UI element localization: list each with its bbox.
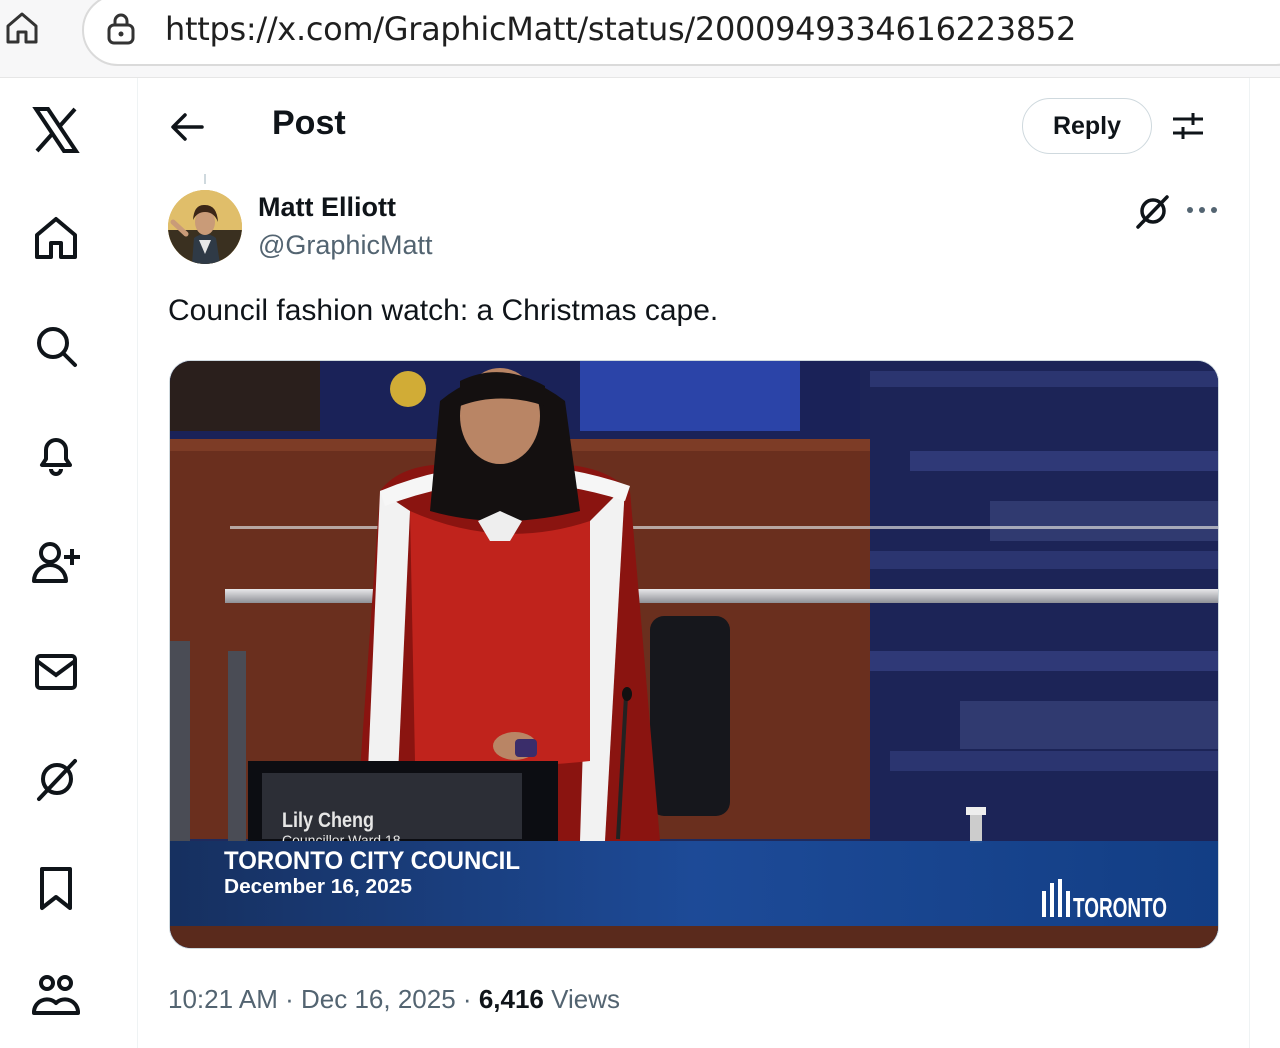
reply-button[interactable]: Reply <box>1022 98 1152 154</box>
communities-icon[interactable] <box>28 968 84 1024</box>
author-name[interactable]: Matt Elliott <box>258 192 396 223</box>
post-time[interactable]: 10:21 AM <box>168 984 278 1014</box>
banner-title: TORONTO CITY COUNCIL <box>224 847 520 875</box>
post-text: Council fashion watch: a Christmas cape. <box>168 294 719 327</box>
avatar[interactable] <box>168 190 242 264</box>
x-logo-icon[interactable] <box>28 102 84 158</box>
post-media-video[interactable]: Lily Cheng Councillor Ward 18 TORONTO CI… <box>169 360 1219 949</box>
browser-home-icon[interactable] <box>2 8 42 48</box>
lock-icon[interactable] <box>104 12 138 46</box>
author-handle[interactable]: @GraphicMatt <box>258 230 432 261</box>
post-date[interactable]: Dec 16, 2025 <box>301 984 456 1014</box>
page-title: Post <box>272 104 346 142</box>
thread-line <box>204 174 206 184</box>
meta-separator: · <box>462 984 472 1014</box>
post-metadata: 10:21 AM · Dec 16, 2025 · 6,416 Views <box>168 984 620 1015</box>
browser-toolbar: https://x.com/GraphicMatt/status/2000949… <box>0 0 1280 78</box>
grok-icon[interactable] <box>28 752 84 808</box>
bookmarks-icon[interactable] <box>28 860 84 916</box>
views-label: Views <box>551 984 621 1014</box>
views-count: 6,416 <box>478 984 544 1014</box>
more-options-icon[interactable] <box>1182 190 1222 230</box>
banner-date: December 16, 2025 <box>224 876 412 898</box>
nameplate-name: Lily Cheng <box>282 809 374 832</box>
post-detail-column: Post Reply Matt Elliott @GraphicMatt Cou… <box>138 78 1250 1048</box>
toronto-logo-text: TORONTO <box>1073 892 1167 923</box>
url-text[interactable]: https://x.com/GraphicMatt/status/2000949… <box>165 10 1076 48</box>
messages-envelope-icon[interactable] <box>28 644 84 700</box>
back-arrow-icon[interactable] <box>166 106 208 148</box>
search-icon[interactable] <box>28 318 84 374</box>
notifications-bell-icon[interactable] <box>28 426 84 482</box>
follow-add-user-icon[interactable] <box>28 534 84 590</box>
meta-separator: · <box>285 984 294 1014</box>
filter-sliders-icon[interactable] <box>1168 106 1208 146</box>
home-icon[interactable] <box>28 210 84 266</box>
left-sidebar <box>0 78 138 1048</box>
grok-explain-icon[interactable] <box>1130 190 1174 234</box>
video-frame: Lily Cheng Councillor Ward 18 TORONTO CI… <box>170 361 1218 948</box>
